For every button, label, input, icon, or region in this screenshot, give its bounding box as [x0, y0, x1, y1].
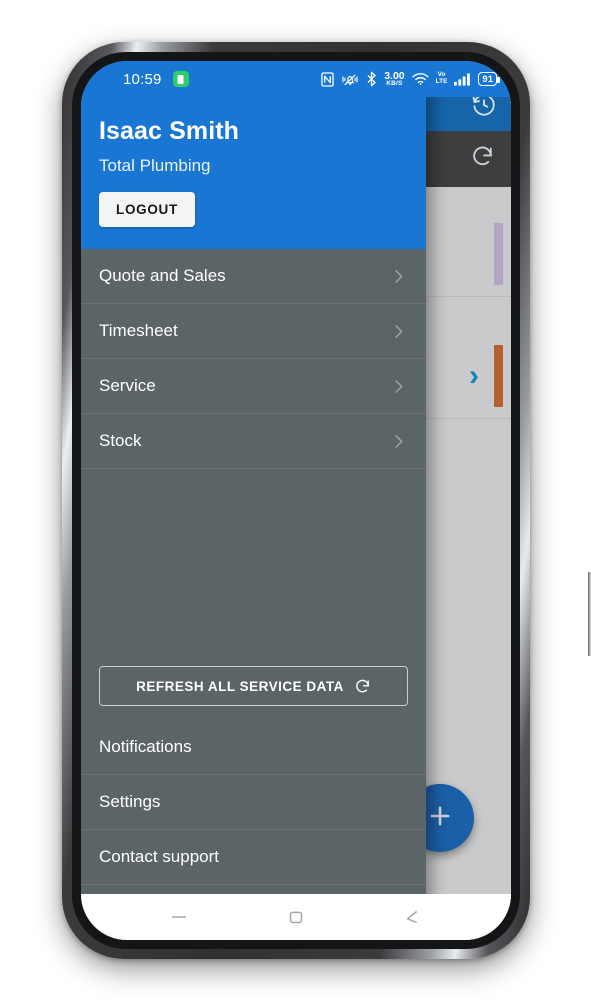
status-bar: 10:59 3.00 KB/S Vo LTE 91 — [81, 61, 511, 97]
wifi-icon — [412, 72, 429, 86]
chevron-right-icon — [389, 322, 408, 341]
sidebar-item-timesheet[interactable]: Timesheet — [81, 304, 426, 359]
list-item-accent-bar — [494, 345, 503, 407]
sidebar-item-label: Notifications — [99, 737, 192, 756]
sidebar-item-label: Service — [99, 376, 156, 395]
drawer-spacer — [81, 469, 426, 666]
sidebar-item-label: Quote and Sales — [99, 266, 226, 285]
drawer-gap — [81, 706, 426, 720]
refresh-icon — [354, 678, 371, 695]
sidebar-item-label: Timesheet — [99, 321, 178, 340]
status-icons: 3.00 KB/S Vo LTE 91 — [321, 70, 500, 88]
sidebar-item-service[interactable]: Service — [81, 359, 426, 414]
logout-button[interactable]: LOGOUT — [99, 192, 195, 227]
refresh-all-service-data-button[interactable]: REFRESH ALL SERVICE DATA — [99, 666, 408, 706]
notification-badge-icon — [172, 71, 189, 87]
refresh-all-service-data-label: REFRESH ALL SERVICE DATA — [136, 678, 344, 694]
phone-screen: #12455 12468 › Isaac Smith — [81, 61, 511, 940]
sidebar-item-quote-and-sales[interactable]: Quote and Sales — [81, 249, 426, 304]
list-item-accent-bar — [494, 223, 503, 285]
back-icon[interactable] — [402, 906, 424, 928]
battery-indicator: 91 — [478, 72, 500, 86]
android-nav-bar — [81, 894, 511, 940]
chevron-right-icon — [389, 377, 408, 396]
sidebar-item-label: Contact support — [99, 847, 220, 866]
company-name: Total Plumbing — [99, 156, 211, 175]
home-icon[interactable] — [285, 906, 307, 928]
vibrate-icon — [341, 72, 359, 87]
sidebar-item-label: Settings — [99, 792, 161, 811]
chevron-right-icon — [389, 267, 408, 286]
sidebar-item-contact-support[interactable]: Contact support — [81, 830, 426, 885]
data-rate-indicator: 3.00 KB/S — [384, 70, 404, 88]
status-time: 10:59 — [123, 70, 162, 88]
signal-bars-icon — [454, 72, 471, 86]
sidebar-item-label: Stock — [99, 431, 142, 450]
phone-frame: #12455 12468 › Isaac Smith — [62, 42, 591, 959]
bluetooth-icon — [366, 71, 377, 87]
sidebar-item-stock[interactable]: Stock — [81, 414, 426, 469]
data-rate-unit: KB/S — [386, 80, 403, 87]
plus-icon — [426, 802, 454, 835]
volte-icon: Vo LTE — [435, 71, 448, 86]
volte-line-2: LTE — [435, 78, 448, 85]
chevron-right-icon[interactable]: › — [469, 361, 479, 391]
battery-level: 91 — [482, 73, 493, 85]
chevron-right-icon — [389, 432, 408, 451]
sidebar-item-settings[interactable]: Settings — [81, 775, 426, 830]
navigation-drawer: Isaac Smith Total Plumbing LOGOUT Quote … — [81, 61, 426, 940]
nfc-icon — [321, 71, 334, 87]
user-name: Isaac Smith — [99, 117, 240, 145]
refresh-icon[interactable] — [470, 144, 495, 174]
recents-icon[interactable] — [168, 906, 190, 928]
sidebar-item-notifications[interactable]: Notifications — [81, 720, 426, 775]
